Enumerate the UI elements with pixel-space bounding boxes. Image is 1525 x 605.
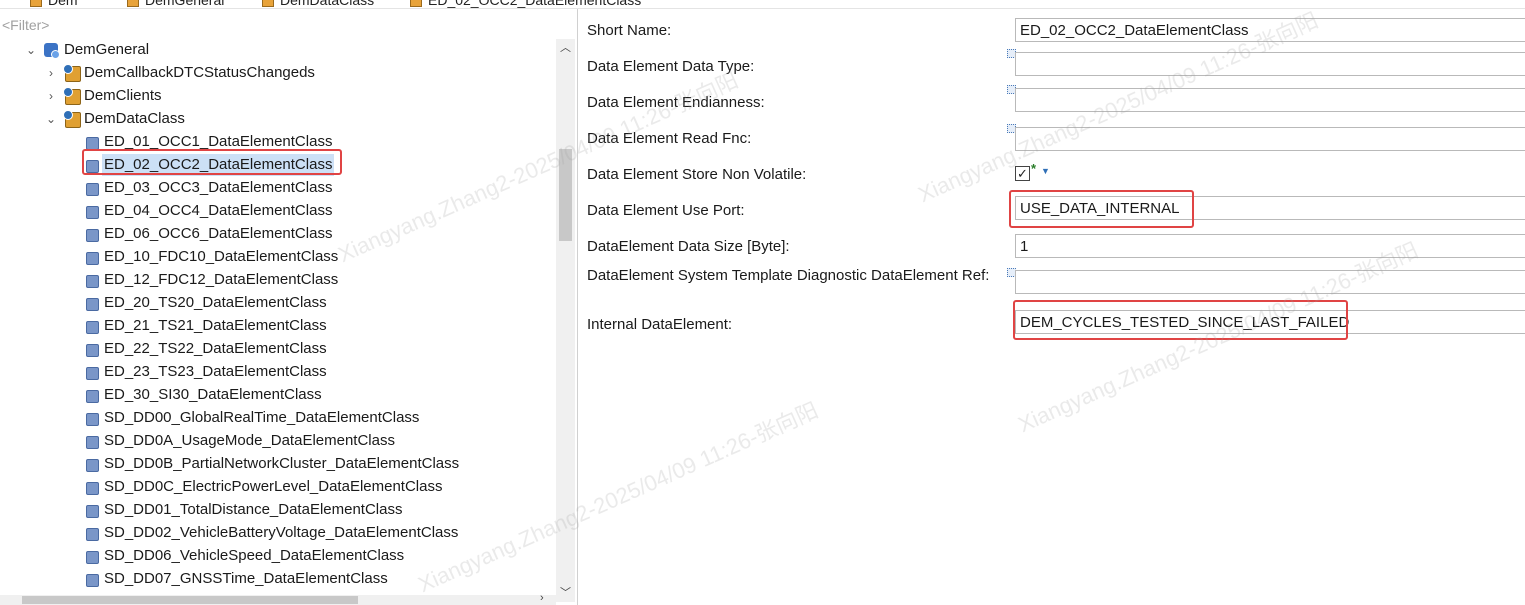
chevron-down-icon[interactable]: ▼ (1041, 166, 1050, 176)
data-element-icon (86, 160, 99, 173)
breadcrumb-item-dem[interactable]: Dem (30, 0, 78, 8)
tree-node-demdataclass[interactable]: ⌄ DemDataClass (0, 108, 540, 130)
store-non-volatile-checkbox[interactable]: ✓ (1015, 166, 1030, 181)
internal-data-element-field[interactable]: DEM_CYCLES_TESTED_SINCE_LAST_FAILED (1015, 310, 1525, 334)
data-element-icon (86, 390, 99, 403)
short-name-field[interactable]: ED_02_OCC2_DataElementClass (1015, 18, 1525, 42)
tree-leaf[interactable]: ED_10_FDC10_DataElementClass (0, 246, 540, 268)
tree-node-demcallbackdtcstatuschangeds[interactable]: › DemCallbackDTCStatusChangeds (0, 62, 540, 84)
scroll-right-icon[interactable]: › (540, 592, 554, 604)
vertical-scrollbar[interactable]: ︿ ﹀ (556, 39, 575, 602)
modified-marker: * (1031, 161, 1037, 176)
data-element-icon (86, 459, 99, 472)
tree-leaf[interactable]: ED_01_OCC1_DataElementClass (0, 131, 540, 153)
folder-icon (410, 0, 422, 8)
scrollbar-thumb[interactable] (559, 149, 572, 241)
tree-leaf[interactable]: SD_DD0A_UsageMode_DataElementClass (0, 430, 540, 452)
use-port-label: Data Element Use Port: (587, 202, 745, 219)
tree-leaf[interactable]: ED_23_TS23_DataElementClass (0, 361, 540, 383)
data-type-field[interactable] (1015, 52, 1525, 76)
tree-leaf[interactable]: ED_04_OCC4_DataElementClass (0, 200, 540, 222)
tree-leaf[interactable]: ED_06_OCC6_DataElementClass (0, 223, 540, 245)
use-port-field[interactable]: USE_DATA_INTERNAL (1015, 196, 1525, 220)
data-size-label: DataElement Data Size [Byte]: (587, 238, 790, 255)
tree-leaf[interactable]: SD_DD01_TotalDistance_DataElementClass (0, 499, 540, 521)
tree-leaf[interactable]: ED_03_OCC3_DataElementClass (0, 177, 540, 199)
tree-leaf[interactable]: SD_DD07_GNSSTime_DataElementClass (0, 568, 540, 590)
data-element-icon (86, 367, 99, 380)
tree-panel: <Filter> ⌄ DemGeneral › DemCallbackDTCSt… (0, 9, 578, 605)
breadcrumb: Dem DemGeneral DemDataClass ED_02_OCC2_D… (0, 0, 1525, 9)
read-fnc-label: Data Element Read Fnc: (587, 130, 752, 147)
scroll-down-icon[interactable]: ﹀ (556, 584, 575, 602)
endianness-label: Data Element Endianness: (587, 94, 765, 111)
data-element-icon (86, 275, 99, 288)
tree-leaf[interactable]: ED_12_FDC12_DataElementClass (0, 269, 540, 291)
data-element-icon (86, 137, 99, 150)
data-element-icon (86, 229, 99, 242)
store-non-volatile-label: Data Element Store Non Volatile: (587, 166, 807, 183)
tree-leaf-selected[interactable]: ED_02_OCC2_DataElementClass (0, 154, 540, 176)
tree-leaf[interactable]: SD_DD00_GlobalRealTime_DataElementClass (0, 407, 540, 429)
scrollbar-thumb[interactable] (22, 596, 358, 604)
tree-leaf[interactable]: SD_DD0B_PartialNetworkCluster_DataElemen… (0, 453, 540, 475)
folder-icon (127, 0, 139, 8)
short-name-label: Short Name: (587, 22, 672, 39)
internal-data-element-label: Internal DataElement: (587, 316, 733, 333)
filter-input[interactable]: <Filter> (2, 17, 49, 33)
data-size-field[interactable]: 1 (1015, 234, 1525, 258)
data-element-icon (86, 183, 99, 196)
data-element-icon (86, 436, 99, 449)
system-template-ref-label: DataElement System Template Diagnostic D… (587, 267, 990, 284)
chevron-down-icon[interactable]: ⌄ (24, 39, 38, 61)
folder-icon (30, 0, 42, 8)
data-element-icon (86, 252, 99, 265)
module-icon (44, 43, 60, 59)
data-element-icon (86, 298, 99, 311)
tree-leaf[interactable]: ED_20_TS20_DataElementClass (0, 292, 540, 314)
tree-leaf[interactable]: ED_22_TS22_DataElementClass (0, 338, 540, 360)
chevron-down-icon[interactable]: ⌄ (44, 108, 58, 130)
data-element-icon (86, 206, 99, 219)
tree-leaf[interactable]: ED_21_TS21_DataElementClass (0, 315, 540, 337)
chevron-right-icon[interactable]: › (44, 85, 58, 107)
data-element-icon (86, 505, 99, 518)
endianness-field[interactable] (1015, 88, 1525, 112)
watermark: Xiangyang.Zhang2-2025/04/09 11:26-张向阳 (1014, 237, 1422, 438)
folder-icon (262, 0, 274, 8)
tree-leaf[interactable]: ED_30_SI30_DataElementClass (0, 384, 540, 406)
breadcrumb-item-current[interactable]: ED_02_OCC2_DataElementClass (410, 0, 641, 8)
chevron-right-icon[interactable]: › (44, 62, 58, 84)
data-element-icon (86, 321, 99, 334)
folder-icon (63, 110, 81, 128)
breadcrumb-item-demdataclass[interactable]: DemDataClass (262, 0, 374, 8)
folder-icon (63, 87, 81, 105)
breadcrumb-item-demgeneral[interactable]: DemGeneral (127, 0, 224, 8)
data-type-label: Data Element Data Type: (587, 58, 755, 75)
data-element-icon (86, 551, 99, 564)
data-element-icon (86, 344, 99, 357)
data-element-icon (86, 482, 99, 495)
data-element-icon (86, 528, 99, 541)
tree-node-demgeneral[interactable]: ⌄ DemGeneral (0, 39, 540, 61)
folder-icon (63, 64, 81, 82)
tree-leaf[interactable]: SD_DD06_VehicleSpeed_DataElementClass (0, 545, 540, 567)
system-template-ref-field[interactable] (1015, 270, 1525, 294)
tree-leaf[interactable]: SD_DD02_VehicleBatteryVoltage_DataElemen… (0, 522, 540, 544)
horizontal-scrollbar[interactable]: › (0, 592, 556, 605)
data-element-icon (86, 413, 99, 426)
data-element-icon (86, 574, 99, 587)
tree-leaf[interactable]: SD_DD0C_ElectricPowerLevel_DataElementCl… (0, 476, 540, 498)
tree-node-demclients[interactable]: › DemClients (0, 85, 540, 107)
read-fnc-field[interactable] (1015, 127, 1525, 151)
scroll-up-icon[interactable]: ︿ (556, 39, 575, 57)
